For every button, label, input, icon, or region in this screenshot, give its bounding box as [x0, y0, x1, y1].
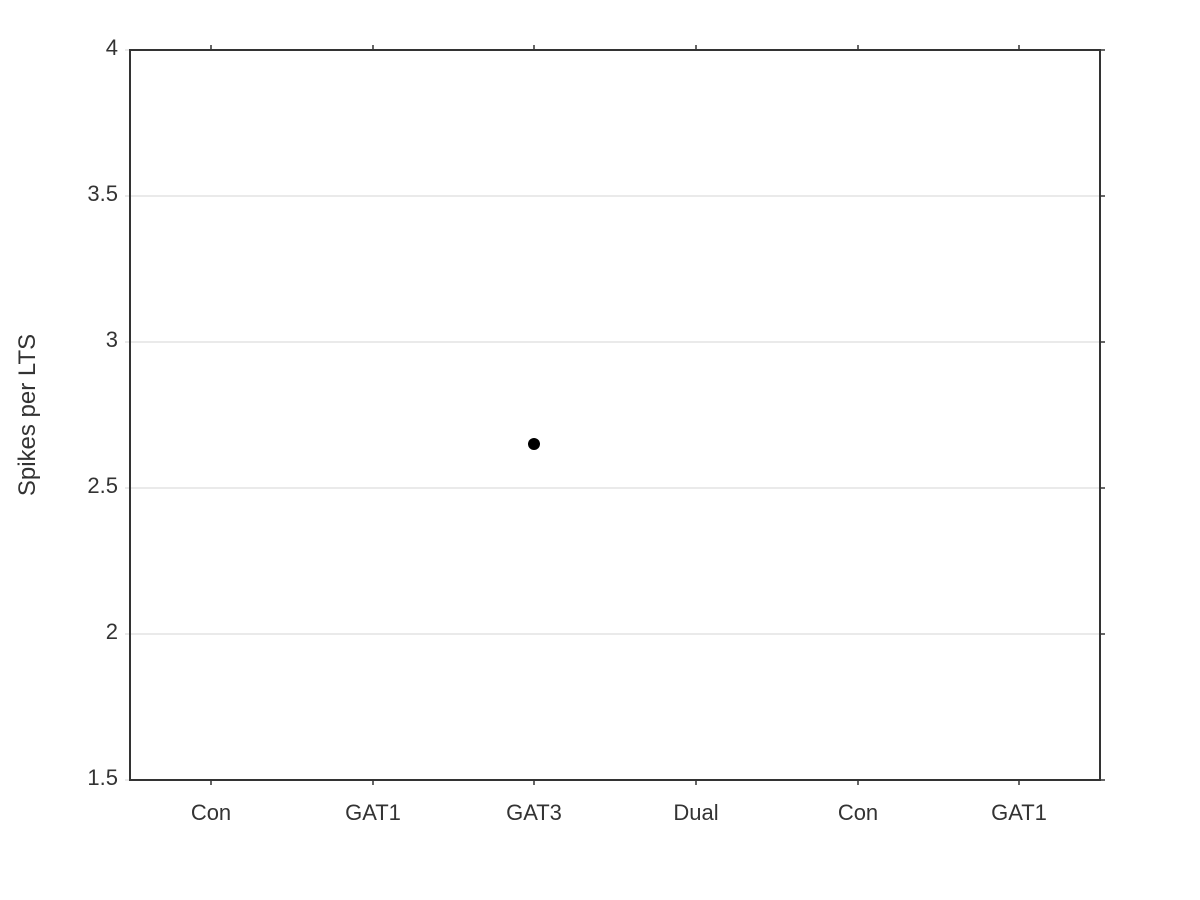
ytick-label-15: 1.5 — [87, 765, 118, 790]
xlabel-gat1-1: GAT1 — [345, 800, 401, 825]
ytick-label-3: 3 — [106, 327, 118, 352]
ytick-label-4: 4 — [106, 35, 118, 60]
xlabel-gat1-2: GAT1 — [991, 800, 1047, 825]
ytick-label-2: 2 — [106, 619, 118, 644]
datapoint-gat3 — [528, 438, 540, 450]
plot-background — [130, 50, 1100, 780]
chart-container: 4 3.5 3 2.5 2 1.5 — [0, 0, 1200, 900]
chart-svg: 4 3.5 3 2.5 2 1.5 — [0, 0, 1200, 900]
ytick-label-35: 3.5 — [87, 181, 118, 206]
ytick-label-25: 2.5 — [87, 473, 118, 498]
yaxis-label: Spikes per LTS — [14, 334, 41, 496]
xlabel-con2: Con — [838, 800, 878, 825]
xlabel-con1: Con — [191, 800, 231, 825]
xlabel-dual: Dual — [673, 800, 718, 825]
xlabel-gat3: GAT3 — [506, 800, 562, 825]
